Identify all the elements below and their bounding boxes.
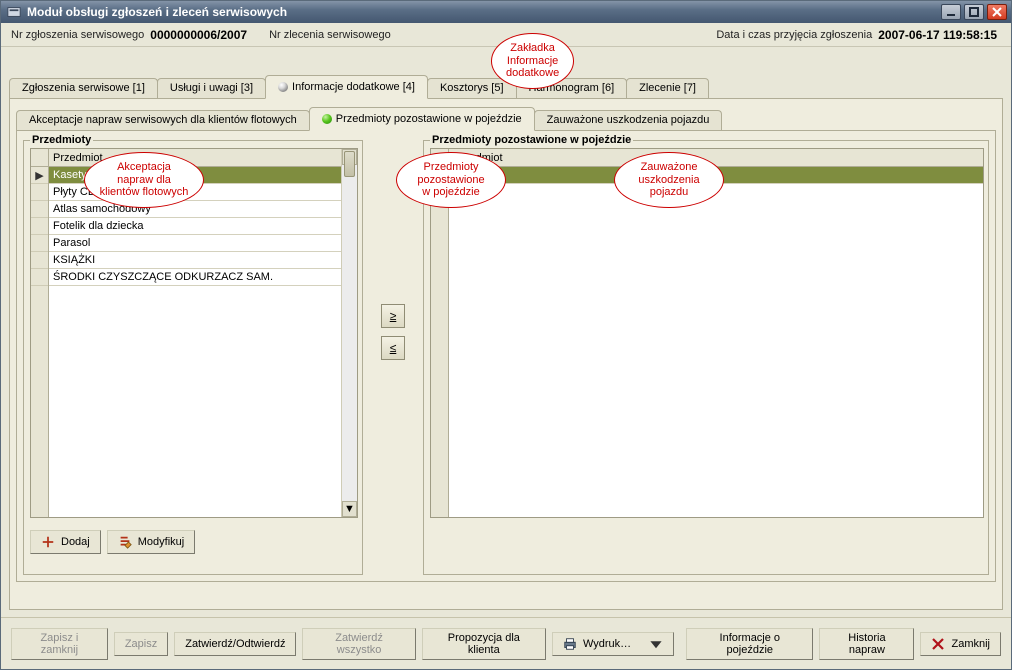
row-indicator: ▶ [431,167,448,184]
main-tabs: Zgłoszenia serwisowe [1] Usługi i uwagi … [9,75,1003,98]
proposal-button[interactable]: Propozycja dla klienta [422,628,546,660]
header-info: Nr zgłoszenia serwisowego 0000000006/200… [1,23,1011,47]
close-dialog-button[interactable]: Zamknij [920,632,1001,656]
subtab-przedmioty[interactable]: Przedmioty pozostawione w pojeździe [309,107,535,131]
scrollbar[interactable]: ▲ ▼ [341,149,357,517]
items-left-grid[interactable]: ▶ Przedmiot [430,148,984,518]
list-item[interactable]: KSIĄŻKI [49,252,341,269]
nr-zlec-label: Nr zlecenia serwisowego [269,29,391,41]
minimize-button[interactable] [941,4,961,20]
date-value: 2007-06-17 119:58:15 [878,28,997,42]
scroll-down-icon[interactable]: ▼ [342,501,357,517]
nr-zgl-label: Nr zgłoszenia serwisowego [11,29,144,41]
date-label: Data i czas przyjęcia zgłoszenia [716,29,872,41]
left-column: Przedmioty ▶ Przedmiot [23,134,363,575]
sub-tabs: Akceptacje napraw serwisowych dla klient… [16,107,996,130]
edit-icon [118,535,132,549]
print-icon [563,637,577,651]
main-tab-panel: Akceptacje napraw serwisowych dla klient… [9,98,1003,610]
window-title: Moduł obsługi zgłoszeń i zleceń serwisow… [27,5,287,19]
items-grid[interactable]: ▶ Przedmiot Kasety Płyty CD Atlas samoch… [30,148,358,518]
sub-tab-panel: Przedmioty ▶ Przedmiot [16,130,996,582]
row-gutter: ▶ [431,149,449,517]
content: Zakładka Informacje dodatkowe Zgłoszenia… [1,47,1011,617]
save-close-button: Zapisz i zamknij [11,628,108,660]
right-legend: Przedmioty pozostawione w pojeździe [430,134,633,146]
tab-informacje[interactable]: Informacje dodatkowe [4] [265,75,428,99]
modify-button[interactable]: Modyfikuj [107,530,195,554]
nr-zgl-value: 0000000006/2007 [150,28,247,42]
tab-uslugi[interactable]: Usługi i uwagi [3] [157,78,266,98]
maximize-button[interactable] [964,4,984,20]
row-indicator: ▶ [31,167,48,184]
list-item[interactable] [449,167,983,184]
subtab-akceptacje[interactable]: Akceptacje napraw serwisowych dla klient… [16,110,310,130]
list-item[interactable]: Kasety [49,167,341,184]
list-item[interactable]: ŚRODKI CZYSZCZĄCE ODKURZACZ SAM. [49,269,341,286]
list-item[interactable]: Parasol [49,235,341,252]
subtab-uszkodzenia[interactable]: Zauważone uszkodzenia pojazdu [534,110,723,130]
scroll-thumb[interactable] [344,151,355,177]
row-gutter: ▶ [31,149,49,517]
right-column: Przedmioty pozostawione w pojeździe ▶ Pr… [423,134,989,575]
tab-zgloszenia[interactable]: Zgłoszenia serwisowe [1] [9,78,158,98]
app-window: Moduł obsługi zgłoszeń i zleceń serwisow… [0,0,1012,670]
app-icon [7,5,21,19]
list-item[interactable]: Fotelik dla dziecka [49,218,341,235]
list-item[interactable]: Atlas samochodowy [49,201,341,218]
plus-icon [41,535,55,549]
tab-harmonogram[interactable]: Harmonogram [6] [516,78,628,98]
confirm-button[interactable]: Zatwierdź/Odtwierdź [174,632,296,656]
confirm-all-button: Zatwierdź wszystko [302,628,415,660]
tab-kosztorys[interactable]: Kosztorys [5] [427,78,517,98]
move-right-button[interactable]: ≥ [381,304,405,328]
repair-history-button[interactable]: Historia napraw [819,628,914,660]
items-column-header[interactable]: Przedmiot [49,149,341,167]
action-bar: Zapisz i zamknij Zapisz Zatwierdź/Odtwie… [1,617,1011,669]
close-button[interactable] [987,4,1007,20]
tab-zlecenie[interactable]: Zlecenie [7] [626,78,709,98]
close-icon [931,637,945,651]
list-item[interactable]: Płyty CD [49,184,341,201]
transfer-column: ≥ ≤ [371,134,415,575]
save-button: Zapisz [114,632,168,656]
move-left-button[interactable]: ≤ [381,336,405,360]
right-column-header[interactable]: Przedmiot [449,149,983,167]
dropdown-icon[interactable] [649,637,663,651]
left-legend: Przedmioty [30,134,93,146]
print-button[interactable]: Wydruk… [552,632,674,656]
add-button[interactable]: Dodaj [30,530,101,554]
titlebar: Moduł obsługi zgłoszeń i zleceń serwisow… [1,1,1011,23]
vehicle-info-button[interactable]: Informacje o pojeździe [686,628,813,660]
